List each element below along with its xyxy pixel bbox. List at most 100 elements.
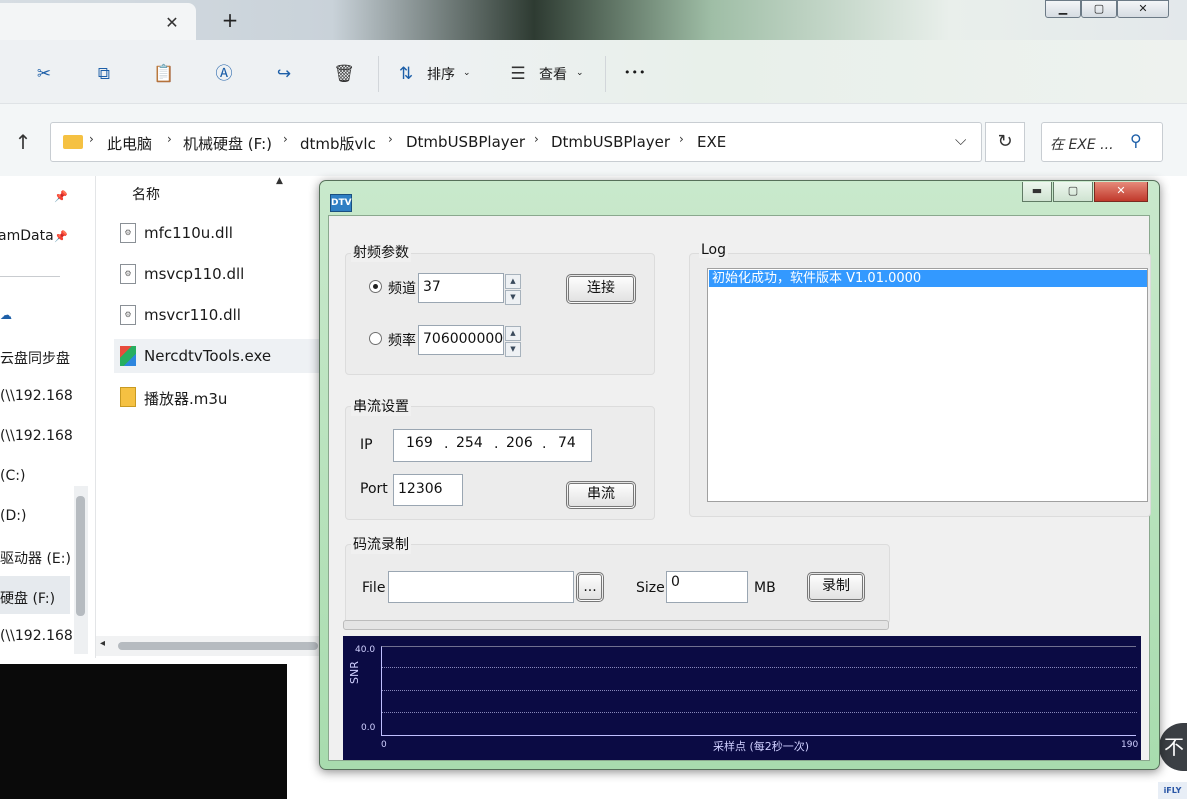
- frequency-spin-down-icon[interactable]: ▼: [505, 342, 521, 357]
- exe-app-icon: [120, 346, 136, 366]
- rf-params-group: [345, 253, 655, 375]
- ip-address-input[interactable]: 169 . 254 . 206 . 74: [393, 429, 592, 462]
- explorer-maximize-button[interactable]: ▢: [1081, 0, 1117, 18]
- ip-octet-2: 254: [456, 435, 483, 451]
- breadcrumb-exe[interactable]: EXE: [697, 133, 726, 151]
- breadcrumb-drive-f[interactable]: 机械硬盘 (F:): [183, 133, 272, 154]
- file-name: msvcr110.dll: [144, 306, 241, 324]
- dtv-maximize-button[interactable]: ▢: [1053, 182, 1093, 202]
- snr-gridline: [382, 667, 1137, 668]
- channel-radio[interactable]: [369, 280, 382, 293]
- nav-item-network-3[interactable]: (\\192.168: [0, 628, 73, 644]
- cut-icon[interactable]: ✂: [32, 62, 56, 86]
- size-input[interactable]: 0: [666, 571, 748, 603]
- nav-item-appdata[interactable]: amData: [0, 228, 54, 244]
- view-chevron-down-icon[interactable]: ⌄: [576, 68, 584, 78]
- view-icon[interactable]: ☰: [506, 62, 530, 86]
- snr-chart: SNR 40.0 0.0 0 采样点 (每2秒一次) 190: [343, 636, 1141, 760]
- breadcrumb-dtmb-vlc[interactable]: dtmb版vlc: [300, 133, 376, 154]
- up-arrow-icon[interactable]: ↑: [10, 130, 36, 154]
- record-progress-bar: [343, 620, 889, 630]
- channel-spin-up-icon[interactable]: ▲: [505, 274, 521, 289]
- copy-icon[interactable]: ⧉: [92, 62, 116, 86]
- horizontal-scrollbar-thumb[interactable]: [118, 642, 318, 650]
- snr-plot-area: [381, 646, 1137, 736]
- search-icon[interactable]: ⚲: [1130, 131, 1142, 150]
- address-bar-area: ↑ › 此电脑 › 机械硬盘 (F:) › dtmb版vlc › DtmbUSB…: [0, 104, 1187, 176]
- refresh-icon[interactable]: ↻: [985, 122, 1025, 162]
- file-row[interactable]: 播放器.m3u: [114, 380, 322, 414]
- dll-file-icon: ⚙: [120, 264, 136, 284]
- record-button[interactable]: 录制: [807, 572, 865, 602]
- rename-icon[interactable]: Ⓐ: [212, 62, 236, 86]
- file-list-pane: ▲ 名称 ⚙ mfc110u.dll ⚙ msvcp110.dll ⚙ msvc…: [96, 176, 322, 658]
- log-entry-selected[interactable]: 初始化成功，软件版本 V1.01.0000: [709, 270, 1147, 287]
- file-row[interactable]: ⚙ mfc110u.dll: [114, 216, 322, 250]
- log-listbox[interactable]: 初始化成功，软件版本 V1.01.0000: [707, 268, 1148, 502]
- breadcrumb-dtmbusbplayer[interactable]: DtmbUSBPlayer: [406, 133, 525, 151]
- ip-octet-3: 206: [506, 435, 533, 451]
- port-input[interactable]: 12306: [393, 474, 463, 506]
- connect-button[interactable]: 连接: [566, 274, 636, 304]
- breadcrumb-separator-icon: ›: [89, 132, 94, 146]
- search-input[interactable]: 在 EXE ... ⚲: [1041, 122, 1163, 162]
- breadcrumb-dtmbusbplayer-2[interactable]: DtmbUSBPlayer: [551, 133, 670, 151]
- channel-input[interactable]: 37: [418, 273, 504, 303]
- sort-icon[interactable]: ⇅: [394, 62, 418, 86]
- nav-divider: [0, 276, 60, 277]
- nav-item-network-2[interactable]: (\\192.168: [0, 428, 73, 444]
- file-row[interactable]: ⚙ msvcr110.dll: [114, 298, 322, 332]
- sort-chevron-down-icon[interactable]: ⌄: [463, 68, 471, 78]
- channel-spin-down-icon[interactable]: ▼: [505, 290, 521, 305]
- nav-item-drive-e[interactable]: 驱动器 (E:): [0, 548, 71, 568]
- nav-item-drive-d[interactable]: (D:): [0, 508, 26, 524]
- dtv-minimize-button[interactable]: ▬: [1022, 182, 1052, 202]
- file-path-input[interactable]: [388, 571, 574, 603]
- file-name: 播放器.m3u: [144, 390, 228, 408]
- nav-item-drive-c[interactable]: (C:): [0, 468, 25, 484]
- background-strip: [1158, 176, 1187, 799]
- snr-x-axis-label: 采样点 (每2秒一次): [713, 740, 810, 753]
- breadcrumb-separator-icon: ›: [534, 132, 539, 146]
- snr-y-tick-max: 40.0: [355, 645, 376, 655]
- view-button[interactable]: 查看: [539, 64, 567, 84]
- nav-item-network-1[interactable]: (\\192.168: [0, 388, 73, 404]
- ip-dot: .: [494, 436, 499, 452]
- scroll-left-icon[interactable]: ◂: [100, 638, 105, 649]
- address-bar[interactable]: › 此电脑 › 机械硬盘 (F:) › dtmb版vlc › DtmbUSBPl…: [50, 122, 982, 162]
- frequency-spin-up-icon[interactable]: ▲: [505, 326, 521, 341]
- delete-icon[interactable]: 🗑: [332, 62, 356, 86]
- address-dropdown-chevron-icon[interactable]: ⌵: [955, 131, 966, 149]
- paste-icon[interactable]: 📋: [152, 62, 176, 86]
- column-header-name[interactable]: 名称: [132, 184, 160, 204]
- more-options-button[interactable]: •••: [624, 66, 646, 79]
- pin-icon[interactable]: 📌: [54, 230, 68, 243]
- frequency-radio[interactable]: [369, 332, 382, 345]
- explorer-tab[interactable]: ✕: [0, 3, 196, 40]
- explorer-minimize-button[interactable]: ▁: [1045, 0, 1081, 18]
- browse-button[interactable]: ...: [576, 572, 604, 602]
- breadcrumb-separator-icon: ›: [167, 132, 172, 146]
- pin-icon[interactable]: 📌: [54, 190, 68, 203]
- file-row-selected[interactable]: NercdtvTools.exe: [114, 339, 322, 373]
- nav-scrollbar-thumb[interactable]: [76, 496, 85, 616]
- stream-button[interactable]: 串流: [566, 481, 636, 509]
- new-tab-icon[interactable]: +: [218, 8, 242, 32]
- nav-scrollbar[interactable]: [74, 486, 88, 654]
- tab-close-icon[interactable]: ✕: [160, 11, 184, 35]
- file-name: mfc110u.dll: [144, 224, 233, 242]
- ifly-badge[interactable]: iFLY: [1158, 782, 1187, 799]
- file-row[interactable]: ⚙ msvcp110.dll: [114, 257, 322, 291]
- dtv-close-button[interactable]: ✕: [1094, 182, 1148, 202]
- breadcrumb-separator-icon: ›: [388, 132, 393, 146]
- frequency-input[interactable]: 706000000: [418, 325, 504, 355]
- horizontal-scrollbar[interactable]: ◂: [96, 636, 322, 656]
- search-placeholder: 在 EXE ...: [1050, 137, 1114, 153]
- file-label: File: [362, 580, 386, 596]
- breadcrumb-this-pc[interactable]: 此电脑: [107, 133, 152, 154]
- nav-item-cloud-sync[interactable]: 云盘同步盘: [0, 348, 70, 368]
- share-icon[interactable]: ↪: [272, 62, 296, 86]
- nav-item-drive-f[interactable]: 硬盘 (F:): [0, 588, 55, 608]
- explorer-close-button[interactable]: ✕: [1117, 0, 1169, 18]
- sort-button[interactable]: 排序: [427, 64, 455, 84]
